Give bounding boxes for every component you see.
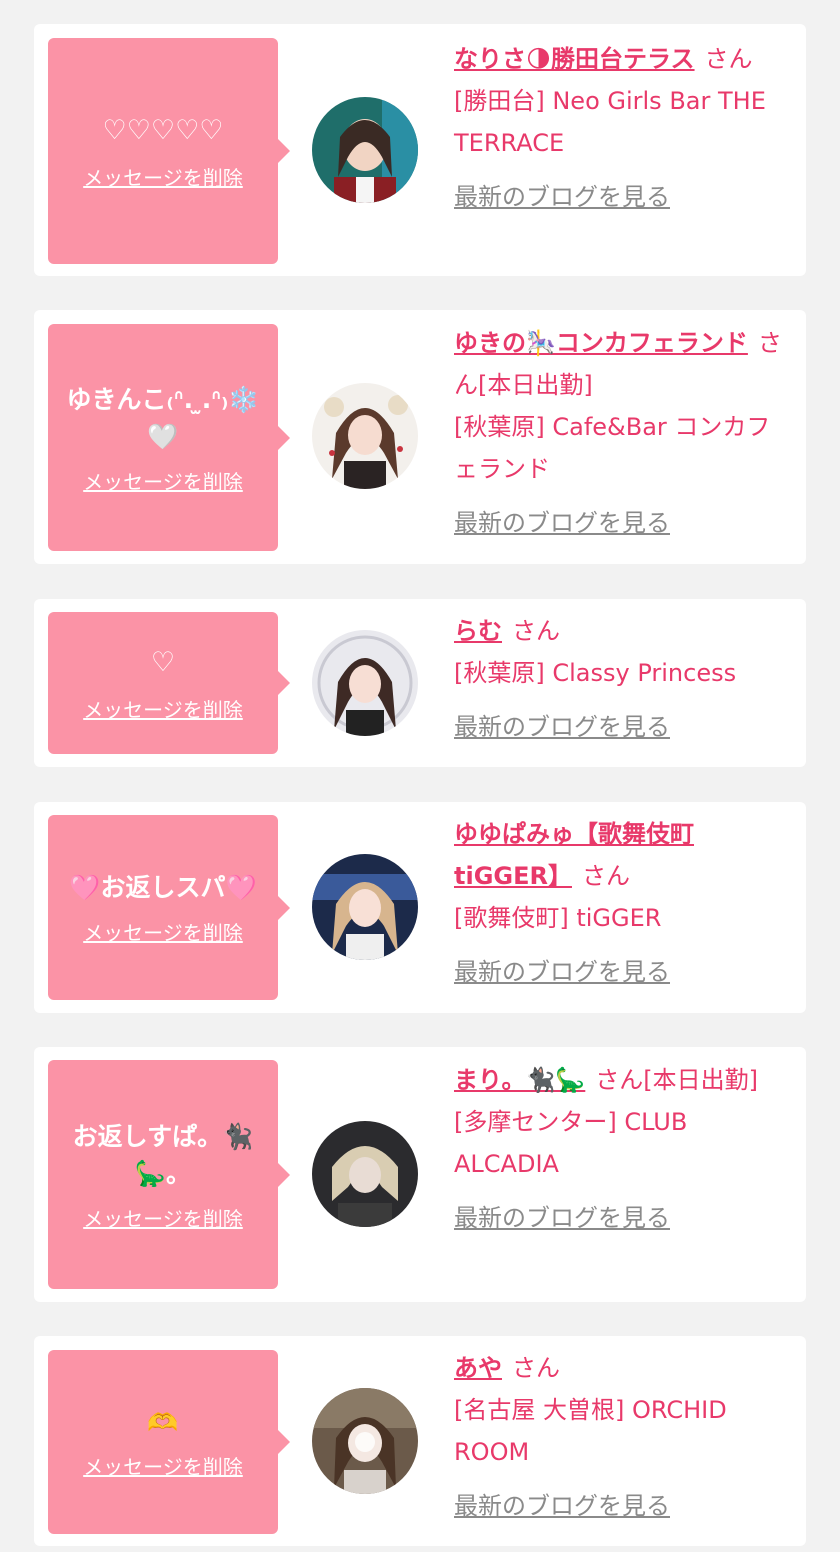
message-bubble: お返しすぱ。🐈‍⬛🦕。 メッセージを削除: [48, 1060, 290, 1289]
honorific: さん: [512, 617, 560, 645]
latest-blog-link[interactable]: 最新のブログを見る: [454, 1485, 670, 1527]
avatar[interactable]: [312, 630, 418, 736]
cast-info: らむ さん [秋葉原] Classy Princess 最新のブログを見る: [454, 610, 794, 748]
delete-message-link[interactable]: メッセージを削除: [83, 694, 243, 723]
honorific: さん: [704, 45, 753, 73]
shop-name: [歌舞伎町] tiGGER: [454, 904, 662, 932]
shop-name: [秋葉原] Classy Princess: [454, 659, 737, 687]
cast-name-link[interactable]: ゆゆぱみゅ【歌舞伎町tiGGER】: [454, 820, 694, 890]
message-bubble: ゆきんこ₍ᐢ. ̫.ᐢ₎❄️🤍 メッセージを削除: [48, 324, 290, 551]
message-text: 🩷お返しスパ🩷: [69, 873, 257, 903]
latest-blog-link[interactable]: 最新のブログを見る: [454, 951, 670, 993]
latest-blog-link[interactable]: 最新のブログを見る: [454, 176, 670, 218]
avatar[interactable]: [312, 1121, 418, 1227]
message-card: ♡♡♡♡♡ メッセージを削除 なりさ🌗勝田台テラス さん [勝田台] Neo Gi…: [34, 24, 806, 276]
message-bubble: ♡♡♡♡♡ メッセージを削除: [48, 38, 290, 264]
honorific: さん: [512, 1354, 560, 1382]
message-card: ♡ メッセージを削除 らむ さん [秋葉原] Classy Princess 最新…: [34, 599, 806, 767]
cast-name-link[interactable]: ゆきの🎠コンカフェランド: [454, 329, 748, 357]
message-card: お返しすぱ。🐈‍⬛🦕。 メッセージを削除 まり。🐈‍⬛🦕 さん[本日出勤] [多摩…: [34, 1047, 806, 1302]
cast-info: ゆきの🎠コンカフェランド さん[本日出勤] [秋葉原] Cafe&Bar コンカフ…: [454, 322, 794, 544]
cast-info: あや さん [名古屋 大曽根] ORCHID ROOM 最新のブログを見る: [454, 1347, 794, 1527]
shop-name: [秋葉原] Cafe&Bar コンカフェランド: [454, 413, 771, 483]
message-bubble: ♡ メッセージを削除: [48, 612, 290, 754]
message-list: ♡♡♡♡♡ メッセージを削除 なりさ🌗勝田台テラス さん [勝田台] Neo Gi…: [0, 0, 840, 1552]
message-card: 🫶 メッセージを削除 あや さん [名古屋 大曽根] ORCHID ROOM 最新…: [34, 1336, 806, 1546]
message-card: 🩷お返しスパ🩷 メッセージを削除 ゆゆぱみゅ【歌舞伎町tiGGER】 さん [歌舞…: [34, 802, 806, 1013]
delete-message-link[interactable]: メッセージを削除: [83, 162, 243, 191]
latest-blog-link[interactable]: 最新のブログを見る: [454, 502, 670, 544]
message-text: ♡♡♡♡♡: [102, 115, 224, 147]
delete-message-link[interactable]: メッセージを削除: [83, 466, 243, 495]
avatar[interactable]: [312, 854, 418, 960]
message-text: 🫶: [147, 1407, 179, 1437]
delete-message-link[interactable]: メッセージを削除: [83, 917, 243, 946]
message-text: ゆきんこ₍ᐢ. ̫.ᐢ₎❄️🤍: [66, 384, 260, 452]
cast-name-link[interactable]: らむ: [454, 617, 502, 645]
delete-message-link[interactable]: メッセージを削除: [83, 1203, 243, 1232]
avatar[interactable]: [312, 383, 418, 489]
cast-name-link[interactable]: まり。🐈‍⬛🦕: [454, 1066, 585, 1094]
shop-name: [勝田台] Neo Girls Bar THE TERRACE: [454, 87, 766, 157]
cast-name-link[interactable]: なりさ🌗勝田台テラス: [454, 45, 695, 73]
avatar[interactable]: [312, 1388, 418, 1494]
shop-name: [名古屋 大曽根] ORCHID ROOM: [454, 1396, 727, 1466]
message-text: お返しすぱ。🐈‍⬛🦕。: [72, 1121, 254, 1189]
cast-info: ゆゆぱみゅ【歌舞伎町tiGGER】 さん [歌舞伎町] tiGGER 最新のブログ…: [454, 813, 794, 993]
avatar[interactable]: [312, 97, 418, 203]
message-card: ゆきんこ₍ᐢ. ̫.ᐢ₎❄️🤍 メッセージを削除 ゆきの🎠コンカフェランド さん[…: [34, 310, 806, 564]
latest-blog-link[interactable]: 最新のブログを見る: [454, 1197, 670, 1239]
latest-blog-link[interactable]: 最新のブログを見る: [454, 706, 670, 748]
message-bubble: 🫶 メッセージを削除: [48, 1350, 290, 1534]
cast-info: まり。🐈‍⬛🦕 さん[本日出勤] [多摩センター] CLUB ALCADIA 最新…: [454, 1059, 794, 1239]
honorific: さん[本日出勤]: [595, 1066, 759, 1094]
shop-name: [多摩センター] CLUB ALCADIA: [454, 1108, 688, 1178]
cast-name-link[interactable]: あや: [454, 1354, 502, 1382]
honorific: さん: [581, 862, 630, 890]
message-bubble: 🩷お返しスパ🩷 メッセージを削除: [48, 815, 290, 1000]
message-text: ♡: [150, 647, 176, 679]
cast-info: なりさ🌗勝田台テラス さん [勝田台] Neo Girls Bar THE TER…: [454, 38, 794, 218]
delete-message-link[interactable]: メッセージを削除: [83, 1451, 243, 1480]
